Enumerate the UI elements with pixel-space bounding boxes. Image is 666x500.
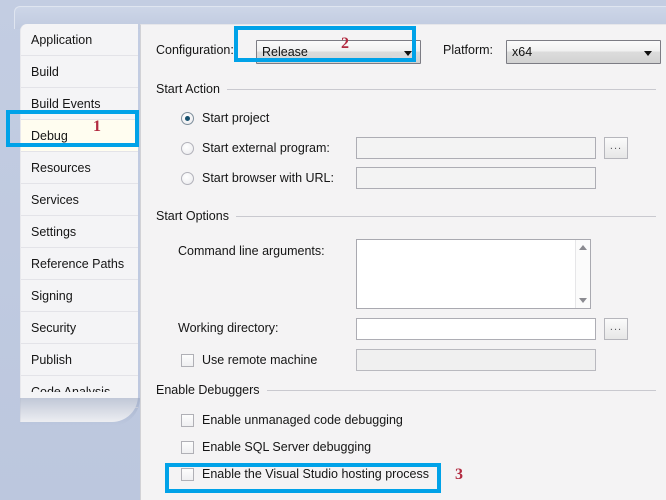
sidebar-item-resources[interactable]: Resources [21, 152, 138, 184]
checkbox-label: Enable SQL Server debugging [202, 440, 372, 454]
checkbox-label: Enable unmanaged code debugging [202, 413, 403, 427]
radio-label: Start browser with URL: [202, 171, 334, 185]
sidebar-item-label: Services [31, 193, 79, 207]
configuration-label: Configuration: [156, 43, 234, 57]
start-options-header: Start Options [156, 208, 656, 224]
radio-label: Start external program: [202, 141, 330, 155]
divider [235, 215, 656, 217]
radio-start-browser-with-url[interactable]: Start browser with URL: [181, 167, 334, 189]
textarea-scrollbar[interactable] [575, 240, 590, 308]
browse-ellipsis-label: ... [609, 321, 623, 333]
checkbox-indicator [181, 467, 194, 481]
start-options-group: Start Options Command line arguments: Wo… [156, 208, 656, 371]
platform-dropdown[interactable]: x64 [506, 40, 661, 64]
checkbox-use-remote-machine[interactable]: Use remote machine [181, 350, 317, 370]
start-action-group: Start Action Start project Start externa… [156, 81, 656, 189]
checkbox-label: Enable the Visual Studio hosting process [202, 467, 430, 481]
sidebar-item-publish[interactable]: Publish [21, 344, 138, 376]
radio-label: Start project [202, 111, 270, 125]
sidebar-item-label: Resources [31, 161, 91, 175]
checkbox-indicator [181, 413, 194, 427]
checkbox-label: Use remote machine [202, 353, 318, 367]
debug-settings-pane: Configuration: Release Platform: x64 Sta… [140, 24, 666, 500]
browser-url-input[interactable] [356, 167, 596, 189]
scroll-up-icon[interactable] [579, 245, 587, 250]
dialog-chrome: Application Build Build Events Debug Res… [0, 0, 666, 500]
platform-selected-value: x64 [512, 45, 533, 59]
sidebar-item-services[interactable]: Services [21, 184, 138, 216]
annotation-number-1: 1 [93, 118, 101, 135]
sidebar-item-application[interactable]: Application [21, 24, 138, 56]
command-line-arguments-label: Command line arguments: [178, 244, 325, 258]
sidebar-item-label: Security [31, 321, 77, 335]
combo-shadow [392, 56, 409, 58]
sidebar-item-signing[interactable]: Signing [21, 280, 138, 312]
sidebar-item-label: Publish [31, 353, 72, 367]
working-directory-browse-button[interactable]: ... [604, 318, 628, 340]
sidebar-item-label: Debug [31, 129, 68, 143]
sidebar-item-build-events[interactable]: Build Events [21, 88, 138, 120]
remote-machine-input [356, 349, 596, 371]
sidebar-item-reference-paths[interactable]: Reference Paths [21, 248, 138, 280]
sidebar-item-label: Settings [31, 225, 77, 239]
divider [226, 88, 656, 90]
sidebar-item-security[interactable]: Security [21, 312, 138, 344]
sidebar-item-debug[interactable]: Debug [21, 120, 138, 152]
divider [266, 389, 656, 391]
sidebar-item-label: Signing [31, 289, 73, 303]
sidebar-item-settings[interactable]: Settings [21, 216, 138, 248]
configuration-dropdown[interactable]: Release [256, 40, 421, 64]
sidebar-item-label: Build Events [31, 97, 101, 111]
sidebar-item-build[interactable]: Build [21, 56, 138, 88]
sidebar-item-label: Application [31, 33, 93, 47]
platform-label: Platform: [443, 43, 494, 57]
radio-indicator [181, 171, 194, 185]
working-directory-input[interactable] [356, 318, 596, 340]
checkbox-enable-sql-server-debugging[interactable]: Enable SQL Server debugging [181, 437, 371, 457]
chevron-down-icon [644, 51, 652, 56]
start-options-title: Start Options [156, 209, 229, 223]
command-line-arguments-textarea[interactable] [356, 239, 591, 309]
radio-start-external-program[interactable]: Start external program: [181, 137, 330, 159]
tab-strip-bottom-curve [20, 392, 138, 422]
external-program-input[interactable] [356, 137, 596, 159]
annotation-number-2: 2 [341, 35, 349, 52]
configuration-row: Configuration: Release Platform: x64 [156, 36, 661, 68]
radio-indicator [181, 141, 194, 155]
enable-debuggers-group: Enable Debuggers Enable unmanaged code d… [156, 382, 656, 481]
checkbox-enable-visual-studio-hosting-process[interactable]: Enable the Visual Studio hosting process [181, 464, 429, 484]
start-action-header: Start Action [156, 81, 656, 97]
scroll-down-icon[interactable] [579, 298, 587, 303]
annotation-number-3: 3 [455, 466, 463, 483]
properties-tab-strip: Application Build Build Events Debug Res… [20, 24, 138, 408]
sidebar-item-label: Build [31, 65, 59, 79]
sidebar-item-label: Reference Paths [31, 257, 125, 271]
browse-ellipsis-label: ... [609, 140, 623, 152]
enable-debuggers-title: Enable Debuggers [156, 383, 260, 397]
checkbox-enable-unmanaged-code-debugging[interactable]: Enable unmanaged code debugging [181, 410, 403, 430]
radio-start-project[interactable]: Start project [181, 107, 269, 129]
external-program-browse-button[interactable]: ... [604, 137, 628, 159]
checkbox-indicator [181, 440, 194, 454]
start-action-title: Start Action [156, 82, 220, 96]
working-directory-label: Working directory: [178, 321, 279, 335]
configuration-selected-value: Release [262, 45, 308, 59]
checkbox-indicator [181, 353, 194, 367]
radio-indicator [181, 111, 194, 125]
enable-debuggers-header: Enable Debuggers [156, 382, 656, 398]
